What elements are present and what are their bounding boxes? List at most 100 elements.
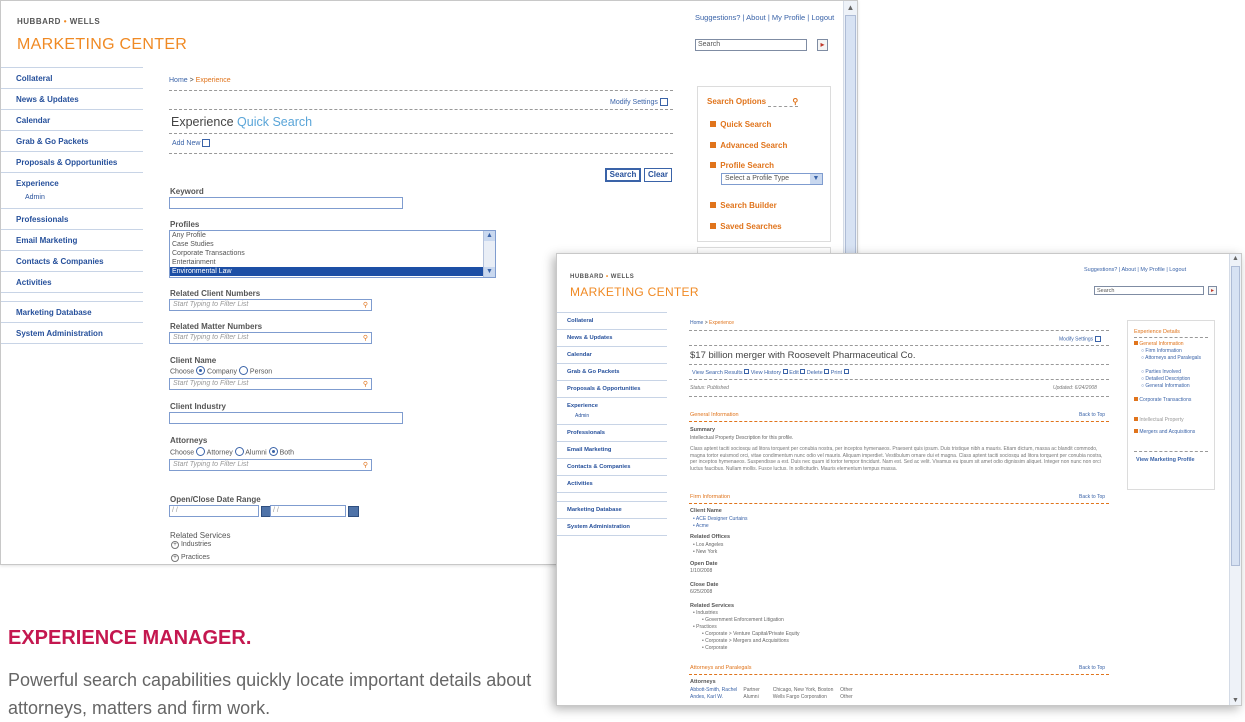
profile-option[interactable]: Any Profile (170, 231, 495, 240)
header-search-input[interactable]: Search (1094, 286, 1204, 295)
client-item[interactable]: • Acme (693, 523, 709, 529)
sidebar-item-grab-go[interactable]: Grab & Go Packets (557, 364, 667, 381)
chevron-down-icon[interactable]: ▼ (810, 174, 822, 184)
add-new-link[interactable]: Add New (172, 139, 211, 147)
industries-expander[interactable]: + Industries (171, 541, 211, 549)
listbox-scrollbar[interactable]: ▲ ▼ (483, 231, 495, 277)
sidebar-item-proposals[interactable]: Proposals & Opportunities (557, 381, 667, 398)
sidebar-item-grab-go[interactable]: Grab & Go Packets (1, 131, 143, 152)
header-search-go-button[interactable]: ▸ (817, 39, 828, 51)
search-button[interactable]: Search (605, 168, 641, 182)
radio-alumni[interactable] (234, 447, 244, 456)
plus-circle-icon[interactable]: + (171, 554, 179, 562)
sidebar-item-activities[interactable]: Activities (557, 476, 667, 493)
header-search-go-button[interactable]: ▸ (1208, 286, 1217, 295)
attorneys-input[interactable]: Start Typing to Filter List ⚲ (169, 459, 372, 471)
option-saved-searches[interactable]: Saved Searches (710, 222, 782, 231)
profile-option[interactable]: Entertainment (170, 258, 495, 267)
details-sub-parties[interactable]: ○ Parties Involved (1141, 369, 1181, 375)
details-sub-attorneys[interactable]: ○ Attorneys and Paralegals (1141, 355, 1211, 361)
keyword-input[interactable] (169, 197, 403, 209)
breadcrumb-home[interactable]: Home (690, 320, 703, 326)
option-search-builder[interactable]: Search Builder (710, 201, 777, 210)
breadcrumb-home[interactable]: Home (169, 77, 188, 84)
attorney-name-link[interactable]: Andes, Karl W. (690, 694, 742, 700)
page-scrollbar[interactable]: ▲ ▼ (1229, 254, 1241, 705)
sidebar-item-contacts[interactable]: Contacts & Companies (1, 251, 143, 272)
sidebar-item-collateral[interactable]: Collateral (1, 68, 143, 89)
scroll-up-icon[interactable]: ▲ (844, 3, 857, 12)
sidebar-item-email[interactable]: Email Marketing (557, 442, 667, 459)
top-links[interactable]: Suggestions? | About | My Profile | Logo… (695, 13, 834, 22)
sidebar-item-contacts[interactable]: Contacts & Companies (557, 459, 667, 476)
close-date-input[interactable]: / / (270, 505, 346, 517)
search-icon[interactable]: ⚲ (363, 334, 368, 342)
client-name-input[interactable]: Start Typing to Filter List ⚲ (169, 378, 372, 390)
sidebar-item-sysadmin[interactable]: System Administration (1, 323, 143, 344)
details-ip[interactable]: Intellectual Property (1134, 417, 1184, 423)
chevron-up-icon[interactable]: ▲ (484, 231, 495, 241)
radio-person[interactable] (238, 366, 248, 375)
sidebar-item-marketing-db[interactable]: Marketing Database (557, 502, 667, 519)
profiles-listbox[interactable]: Any Profile Case Studies Corporate Trans… (169, 230, 496, 278)
attorney-name-link[interactable]: Abbott-Smith, Rachel (690, 687, 742, 693)
radio-company[interactable] (196, 366, 206, 375)
radio-both[interactable] (268, 447, 278, 456)
sidebar-subitem-admin[interactable]: Admin (25, 194, 143, 201)
details-sub-firm[interactable]: ○ Firm Information (1141, 348, 1182, 354)
sidebar-item-experience[interactable]: Experience Admin (557, 398, 667, 425)
profile-option[interactable]: Case Studies (170, 240, 495, 249)
edit-link[interactable]: Edit (789, 370, 798, 376)
sidebar-item-calendar[interactable]: Calendar (557, 347, 667, 364)
sidebar-item-news[interactable]: News & Updates (1, 89, 143, 110)
details-general[interactable]: General Information (1134, 341, 1184, 347)
sidebar-item-news[interactable]: News & Updates (557, 330, 667, 347)
details-sub-general[interactable]: ○ General Information (1141, 383, 1190, 389)
sidebar-item-email[interactable]: Email Marketing (1, 230, 143, 251)
top-links[interactable]: Suggestions? | About | My Profile | Logo… (1084, 267, 1186, 273)
client-item[interactable]: • ACE Designer Curtains (693, 516, 748, 522)
practices-expander[interactable]: + Practices (171, 554, 210, 562)
clear-button[interactable]: Clear (644, 168, 672, 182)
profile-option-selected[interactable]: Environmental Law (170, 267, 495, 276)
calendar-icon[interactable] (348, 506, 359, 517)
profile-option[interactable]: Corporate Transactions (170, 249, 495, 258)
scroll-up-icon[interactable]: ▲ (1230, 255, 1241, 262)
sidebar-item-activities[interactable]: Activities (1, 272, 143, 293)
view-search-results-link[interactable]: View Search Results (692, 370, 743, 376)
search-icon[interactable]: ⚲ (363, 380, 368, 388)
scroll-down-icon[interactable]: ▼ (1230, 697, 1241, 704)
sidebar-item-professionals[interactable]: Professionals (557, 425, 667, 442)
sidebar-subitem-admin[interactable]: Admin (575, 413, 667, 419)
chevron-down-icon[interactable]: ▼ (484, 267, 495, 277)
sidebar-item-experience[interactable]: Experience Admin (1, 173, 143, 209)
back-to-top-link[interactable]: Back to Top (1079, 665, 1105, 671)
sidebar-item-proposals[interactable]: Proposals & Opportunities (1, 152, 143, 173)
sidebar-item-collateral[interactable]: Collateral (557, 313, 667, 330)
related-client-input[interactable]: Start Typing to Filter List ⚲ (169, 299, 372, 311)
search-icon[interactable]: ⚲ (363, 461, 368, 469)
plus-circle-icon[interactable]: + (171, 541, 179, 549)
modify-settings-link[interactable]: Modify Settings (610, 98, 668, 106)
modify-settings-link[interactable]: Modify Settings (1059, 336, 1101, 342)
profile-type-select[interactable]: Select a Profile Type ▼ (721, 173, 823, 185)
option-quick-search[interactable]: Quick Search (710, 120, 771, 129)
scroll-thumb[interactable] (1231, 266, 1240, 566)
option-advanced-search[interactable]: Advanced Search (710, 141, 787, 150)
open-date-input[interactable]: / / (169, 505, 259, 517)
radio-attorney[interactable] (196, 447, 206, 456)
scroll-thumb[interactable] (845, 15, 856, 255)
details-mergers[interactable]: Mergers and Acquisitions (1134, 429, 1212, 435)
sidebar-item-calendar[interactable]: Calendar (1, 110, 143, 131)
sidebar-item-sysadmin[interactable]: System Administration (557, 519, 667, 536)
sidebar-item-marketing-db[interactable]: Marketing Database (1, 302, 143, 323)
client-industry-input[interactable] (169, 412, 403, 424)
details-sub-detailed[interactable]: ○ Detailed Description (1141, 376, 1190, 382)
details-corporate[interactable]: Corporate Transactions (1134, 397, 1212, 403)
back-to-top-link[interactable]: Back to Top (1079, 412, 1105, 418)
option-profile-search[interactable]: Profile Search (710, 161, 774, 170)
header-search-input[interactable]: Search (695, 39, 807, 51)
related-matter-input[interactable]: Start Typing to Filter List ⚲ (169, 332, 372, 344)
print-link[interactable]: Print (831, 370, 842, 376)
view-history-link[interactable]: View History (751, 370, 781, 376)
